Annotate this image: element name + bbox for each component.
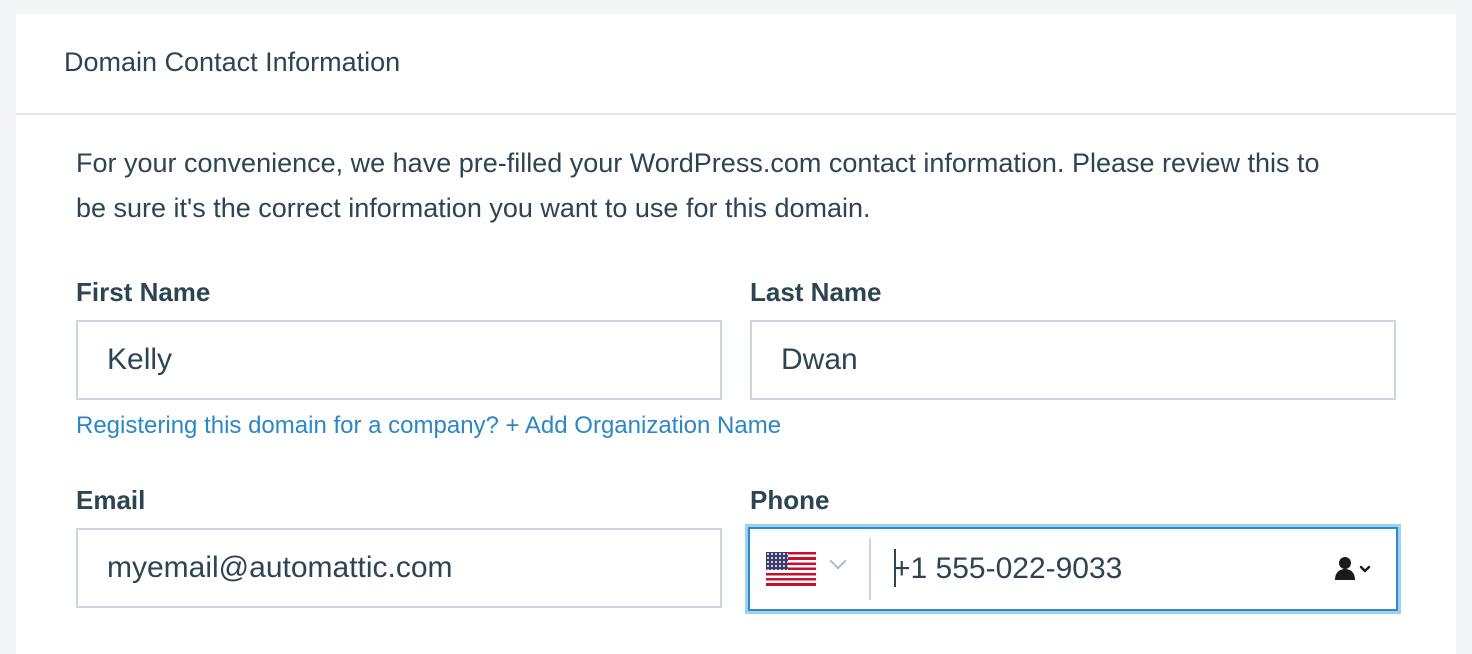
first-name-label: First Name [76, 277, 211, 307]
first-name-input[interactable] [76, 320, 722, 400]
phone-label: Phone [750, 485, 830, 515]
email-input[interactable] [76, 528, 722, 608]
phone-input[interactable] [871, 529, 1326, 609]
add-organization-link[interactable]: Registering this domain for a company? +… [76, 412, 781, 440]
domain-contact-card: Domain Contact Information For your conv… [16, 14, 1456, 654]
flag-canton [766, 552, 788, 570]
card-header: Domain Contact Information [16, 14, 1456, 115]
intro-text: For your convenience, we have pre-filled… [76, 148, 1320, 223]
text-cursor [894, 549, 896, 587]
last-name-input[interactable] [750, 320, 1396, 400]
person-icon [1335, 557, 1371, 580]
phone-field [748, 527, 1398, 611]
last-name-label: Last Name [750, 277, 882, 307]
country-code-select[interactable] [750, 529, 869, 609]
chevron-down-icon [829, 552, 847, 570]
email-label: Email [76, 485, 146, 515]
card-title: Domain Contact Information [64, 47, 401, 77]
us-flag-icon [766, 552, 816, 586]
contact-picker-button[interactable] [1326, 529, 1396, 609]
